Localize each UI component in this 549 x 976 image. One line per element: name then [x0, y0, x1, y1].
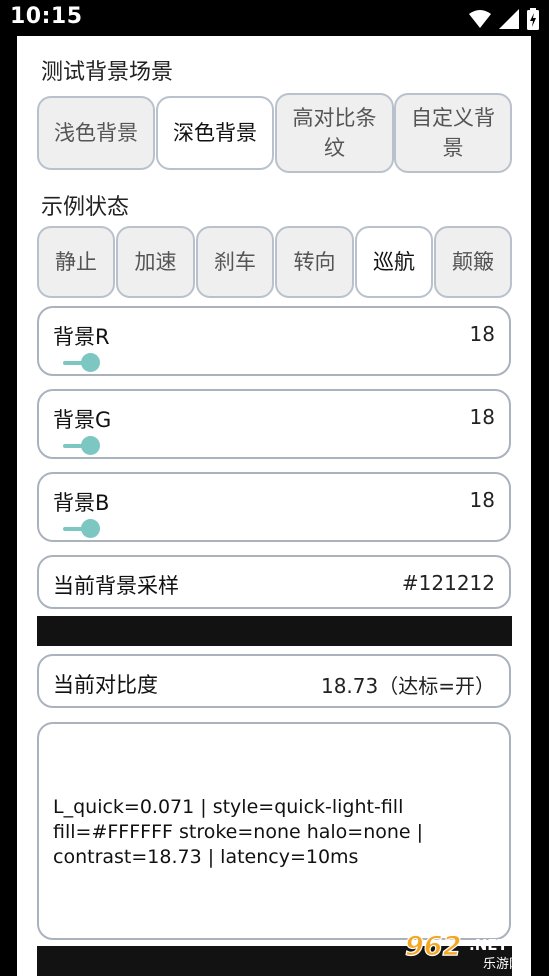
slider-thumb-g[interactable]	[81, 436, 100, 455]
status-bar: 10:15	[0, 0, 549, 36]
slider-value: 18	[469, 488, 495, 512]
background-scene-title: 测试背景场景	[41, 60, 174, 85]
battery-icon	[527, 8, 539, 30]
contrast-label: 当前对比度	[53, 673, 158, 697]
scene-option-label: 深色背景	[173, 120, 257, 145]
scene-option-label: 自定义背	[411, 105, 495, 130]
state-option-label: 巡航	[373, 249, 415, 274]
slider-card-g: 背景G 18	[37, 389, 511, 459]
slider-thumb-b[interactable]	[81, 519, 100, 538]
state-option-label: 刹车	[214, 249, 256, 274]
svg-text:962: 962	[405, 931, 461, 962]
svg-text:乐游网: 乐游网	[483, 957, 522, 970]
scene-option-label: 浅色背景	[54, 120, 138, 145]
scene-option-light[interactable]: 浅色背景	[37, 96, 155, 170]
slider-thumb-r[interactable]	[81, 353, 100, 372]
log-panel: L_quick=0.071 | style=quick-light-fill f…	[37, 722, 511, 940]
watermark-logo: 962 .NET 乐游网	[404, 930, 522, 970]
slider-card-r: 背景R 18	[37, 306, 511, 376]
state-option-idle[interactable]: 静止	[37, 226, 115, 298]
state-option-label: 转向	[293, 249, 336, 274]
scene-option-high-contrast[interactable]: 高对比条 纹	[275, 93, 394, 173]
state-option-label: 静止	[55, 249, 97, 274]
current-sample-label: 当前背景采样	[53, 574, 179, 598]
slider-label: 背景G	[53, 408, 112, 432]
slider-label: 背景B	[53, 491, 110, 515]
state-option-brake[interactable]: 刹车	[196, 226, 274, 298]
color-swatch	[37, 616, 512, 646]
state-option-label: 颠簸	[452, 249, 494, 274]
state-option-cruise[interactable]: 巡航	[355, 226, 433, 298]
scene-option-custom[interactable]: 自定义背 景	[394, 93, 512, 173]
log-line: L_quick=0.071 | style=quick-light-fill	[53, 796, 404, 818]
contrast-card: 当前对比度 18.73（达标=开）	[37, 654, 511, 708]
state-option-label: 加速	[134, 249, 177, 274]
current-sample-card: 当前背景采样 #121212	[37, 555, 511, 609]
slider-value: 18	[469, 322, 495, 346]
scene-option-label: 高对比条	[292, 105, 377, 130]
status-time: 10:15	[10, 4, 83, 29]
slider-card-b: 背景B 18	[37, 472, 511, 542]
scene-option-label: 景	[442, 136, 464, 160]
scene-option-label: 纹	[324, 136, 345, 160]
svg-text:.NET: .NET	[469, 936, 508, 954]
log-line: contrast=18.73 | latency=10ms	[53, 846, 359, 868]
wifi-icon	[469, 10, 491, 28]
slider-label: 背景R	[53, 325, 110, 349]
state-option-turn[interactable]: 转向	[275, 226, 354, 298]
state-option-accelerate[interactable]: 加速	[116, 226, 195, 298]
settings-panel: 测试背景场景 浅色背景 深色背景 高对比条 纹 自定义背 景 示例状态 静止 加…	[17, 36, 531, 976]
state-option-bumpy[interactable]: 颠簸	[434, 226, 512, 298]
contrast-value: 18.73（达标=开）	[320, 674, 495, 698]
current-sample-value: #121212	[401, 571, 495, 595]
sample-state-title: 示例状态	[41, 195, 130, 220]
log-line: fill=#FFFFFF stroke=none halo=none |	[53, 821, 424, 843]
status-icons	[469, 8, 539, 30]
scene-option-dark[interactable]: 深色背景	[156, 96, 274, 170]
signal-icon	[499, 9, 519, 29]
slider-value: 18	[469, 405, 495, 429]
